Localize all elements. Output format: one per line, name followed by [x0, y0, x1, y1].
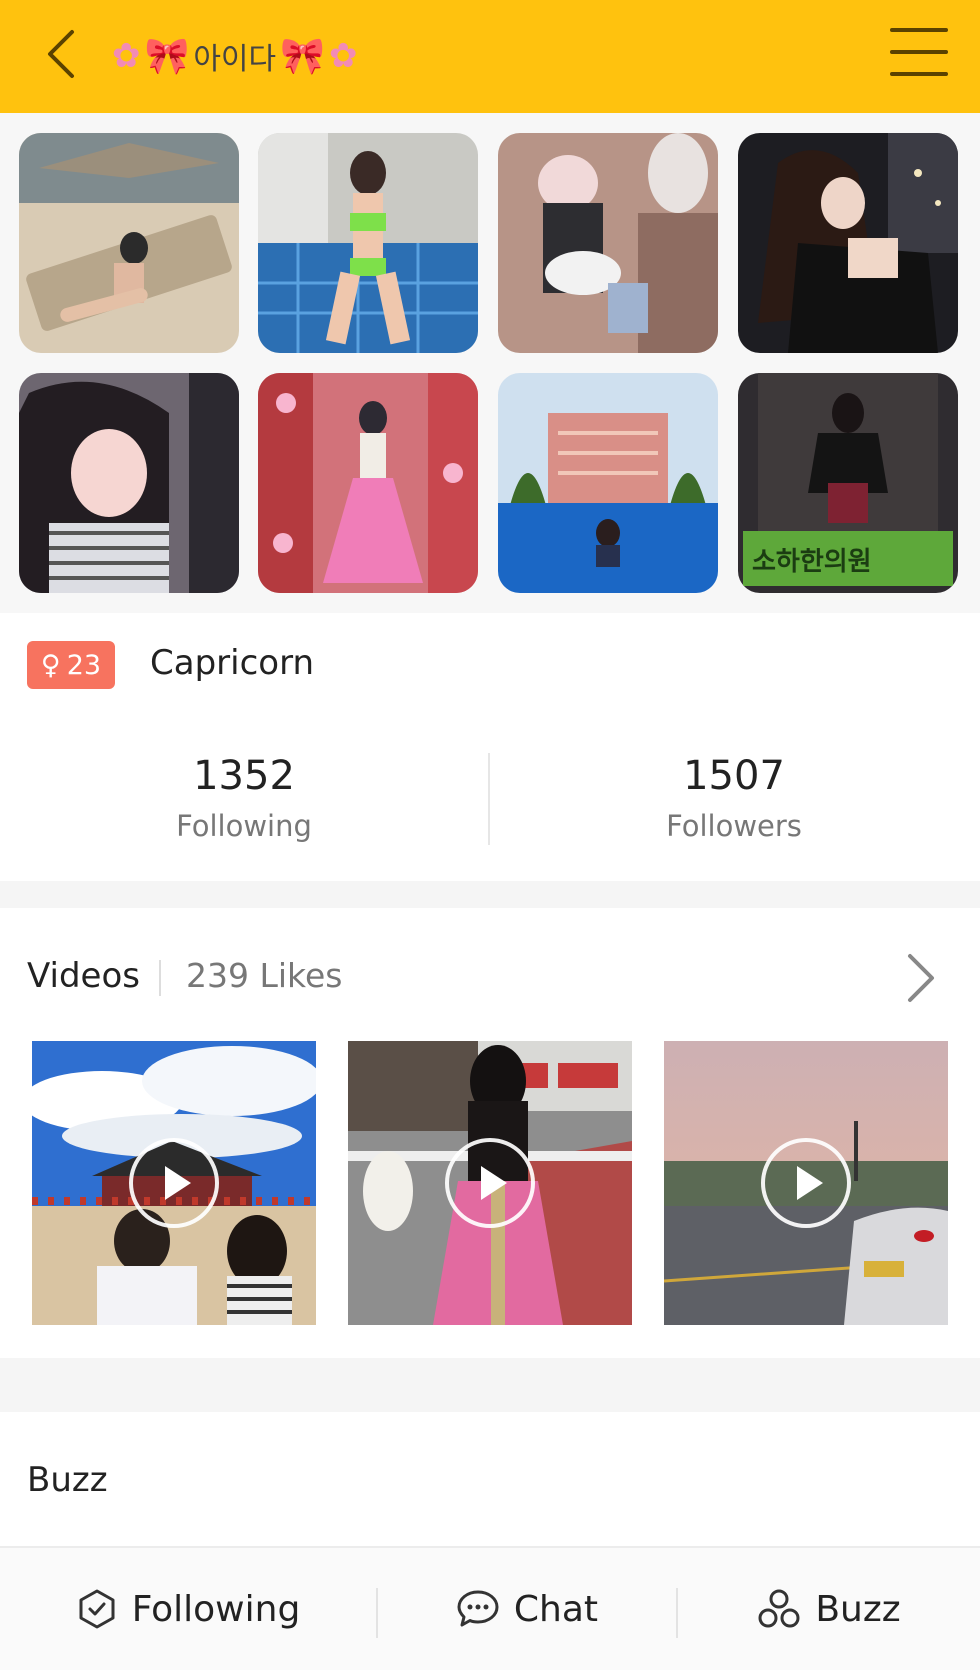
video-thumbnail[interactable] [664, 1041, 948, 1325]
play-icon [445, 1138, 535, 1228]
videos-title: Videos [27, 956, 140, 996]
following-label: Following [176, 809, 312, 843]
follow-button-label: Following [131, 1588, 301, 1630]
sign-text: 소하한의원 [752, 547, 872, 577]
buzz-button[interactable]: Buzz [678, 1548, 980, 1670]
play-icon [761, 1138, 851, 1228]
video-thumbnail[interactable] [348, 1041, 632, 1325]
chat-bubble-icon [457, 1590, 499, 1627]
profile-name: 아이다 [193, 42, 277, 77]
videos-section: Videos 239 Likes [0, 908, 980, 1358]
photo-thumbnail[interactable]: 소하한의원 [738, 373, 958, 593]
back-button[interactable] [30, 22, 90, 86]
photo-thumbnail[interactable] [258, 133, 478, 353]
buzz-title: Buzz [27, 1460, 108, 1500]
buzz-circles-icon [758, 1589, 800, 1628]
profile-title: ✿ 🎀 아이다 🎀 ✿ [112, 28, 357, 84]
photo-thumbnail[interactable] [19, 373, 239, 593]
follow-button[interactable]: Following [0, 1548, 376, 1670]
gender-age-badge: ♀ 23 [27, 641, 115, 689]
flower-emoji-icon: ✿ [328, 36, 358, 76]
photo-thumbnail[interactable] [498, 133, 718, 353]
following-count: 1352 [193, 753, 295, 799]
photo-thumbnail[interactable] [738, 133, 958, 353]
following-stat[interactable]: 1352 Following [94, 753, 394, 843]
top-app-bar: ✿ 🎀 아이다 🎀 ✿ [0, 0, 980, 113]
videos-divider [159, 960, 161, 996]
video-thumbnail[interactable] [32, 1041, 316, 1325]
chat-button[interactable]: Chat [378, 1548, 676, 1670]
chevron-left-icon [48, 30, 74, 78]
chevron-right-icon[interactable] [900, 948, 940, 1008]
age-value: 23 [66, 649, 102, 681]
likes-count: 239 Likes [186, 956, 343, 995]
hamburger-menu-icon[interactable] [890, 28, 948, 76]
bottom-action-bar: Following Chat Buzz [0, 1546, 980, 1670]
play-icon [129, 1138, 219, 1228]
photo-grid: 소하한의원 [0, 113, 980, 613]
bow-emoji-icon: 🎀 [144, 36, 190, 77]
stats-divider [488, 753, 490, 845]
female-icon: ♀ [40, 649, 61, 681]
zodiac-sign: Capricorn [150, 643, 315, 683]
hexagon-check-icon [79, 1589, 115, 1629]
followers-label: Followers [666, 809, 802, 843]
flower-emoji-icon: ✿ [112, 36, 141, 76]
photo-thumbnail[interactable] [258, 373, 478, 593]
profile-info-card: ♀ 23 Capricorn 1352 Following 1507 Follo… [0, 613, 980, 881]
followers-count: 1507 [683, 753, 785, 799]
followers-stat[interactable]: 1507 Followers [584, 753, 884, 843]
buzz-section: Buzz [0, 1412, 980, 1547]
bow-emoji-icon: 🎀 [280, 36, 325, 77]
chat-button-label: Chat [513, 1588, 599, 1630]
buzz-button-label: Buzz [815, 1588, 901, 1630]
photo-thumbnail[interactable] [19, 133, 239, 353]
photo-thumbnail[interactable] [498, 373, 718, 593]
